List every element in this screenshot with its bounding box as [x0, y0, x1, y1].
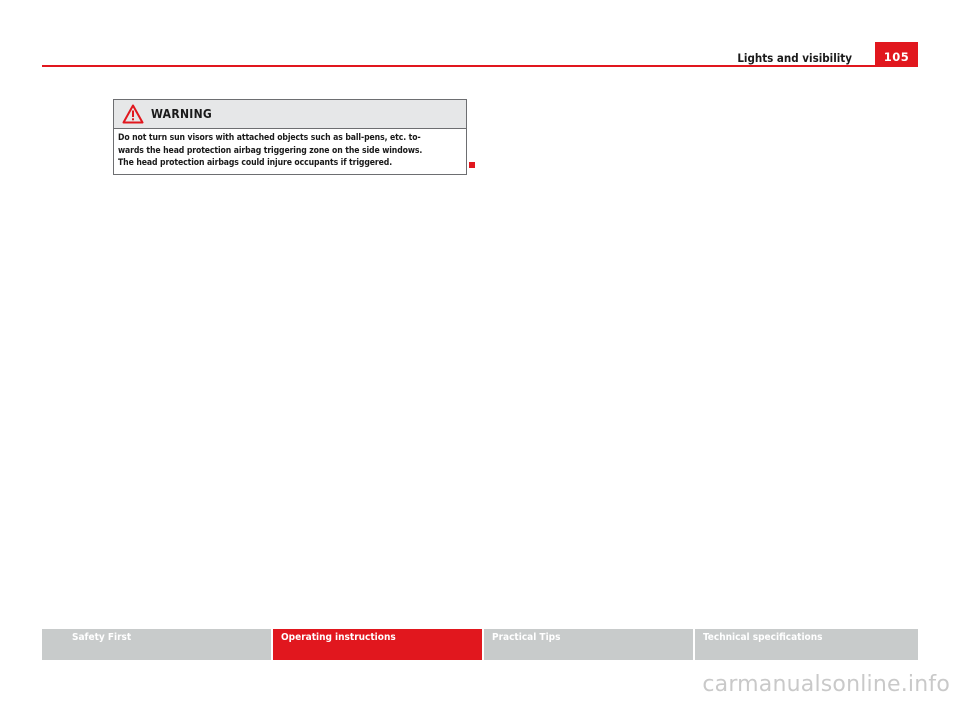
footer-tab-operating-instructions[interactable]: Operating instructions — [273, 629, 484, 660]
watermark: carmanualsonline.info — [702, 672, 950, 697]
footer-nav: Safety First Operating instructions Prac… — [42, 629, 918, 660]
warning-line: Do not turn sun visors with attached obj… — [118, 133, 421, 143]
page-number: 105 — [883, 50, 910, 64]
footer-tab-safety-first[interactable]: Safety First — [42, 629, 273, 660]
warning-label: WARNING — [151, 107, 213, 121]
warning-triangle-icon — [122, 104, 144, 124]
footer-tab-technical-specifications[interactable]: Technical specifications — [695, 629, 918, 660]
header-rule — [42, 65, 918, 67]
warning-box: WARNING Do not turn sun visors with atta… — [113, 99, 467, 175]
warning-text: Do not turn sun visors with attached obj… — [114, 129, 466, 170]
end-of-section-marker — [469, 162, 475, 168]
warning-line: The head protection airbags could injure… — [118, 158, 393, 169]
section-title: Lights and visibility — [737, 51, 852, 65]
footer-tab-practical-tips[interactable]: Practical Tips — [484, 629, 695, 660]
page-number-tab: 105 — [875, 42, 918, 66]
warning-header: WARNING — [114, 100, 466, 129]
warning-line: wards the head protection airbag trigger… — [118, 145, 423, 156]
